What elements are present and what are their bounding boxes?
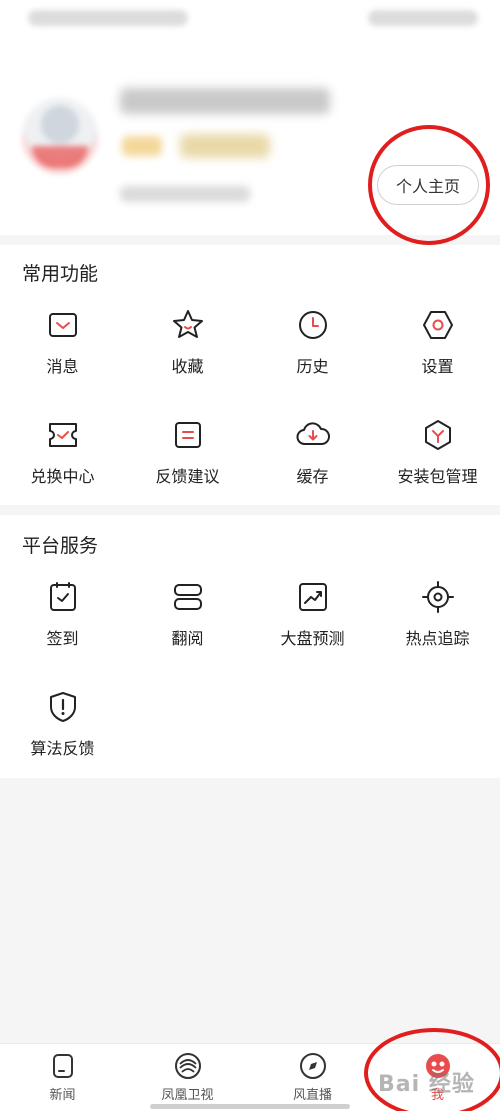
grid-item-checkin[interactable]: 签到 (0, 579, 125, 659)
grid-item-label: 翻阅 (171, 629, 204, 648)
annotation-circle (368, 125, 490, 245)
grid-item-feedback[interactable]: 反馈建议 (125, 417, 250, 497)
grid-item-message[interactable]: 消息 (0, 307, 125, 387)
gear-icon (422, 311, 453, 339)
tab-news[interactable]: 新闻 (0, 1052, 125, 1108)
status-indicators-blurred (368, 10, 478, 26)
avatar[interactable] (22, 98, 98, 174)
package-icon (424, 420, 451, 450)
target-icon (421, 581, 454, 613)
annotation-circle (364, 1028, 500, 1111)
section-title: 平台服务 (22, 535, 99, 557)
grid-item-settings[interactable]: 设置 (375, 307, 500, 387)
grid-item-label: 热点追踪 (405, 629, 470, 648)
checkin-icon (49, 582, 76, 611)
feedback-icon (174, 422, 201, 448)
shield-alert-icon (49, 692, 76, 722)
tab-label: 风直播 (292, 1088, 332, 1103)
grid-item-favorites[interactable]: 收藏 (125, 307, 250, 387)
phoenix-logo-icon (174, 1053, 201, 1079)
grid-item-label: 算法反馈 (30, 739, 95, 758)
common-functions-section: 常用功能 消息 收藏 历史 设置 兑换中心 反馈建议 缓存 安装包管理 (0, 245, 500, 505)
grid-item-label: 设置 (421, 357, 454, 376)
follow-stats-blurred (120, 186, 250, 202)
tab-live[interactable]: 风直播 (250, 1052, 375, 1108)
section-title: 常用功能 (22, 263, 99, 285)
status-time-blurred (28, 10, 188, 26)
grid-item-label: 缓存 (296, 467, 329, 486)
platform-services-section: 平台服务 签到 翻阅 大盘预测 热点追踪 算法反馈 (0, 515, 500, 778)
tab-label: 凤凰卫视 (161, 1088, 214, 1103)
trend-icon (298, 583, 327, 611)
compass-icon (299, 1053, 326, 1079)
home-indicator[interactable] (150, 1104, 350, 1109)
grid-item-label: 反馈建议 (155, 467, 220, 486)
grid-item-redeem-center[interactable]: 兑换中心 (0, 417, 125, 497)
star-icon (172, 310, 203, 338)
grid-item-package-manager[interactable]: 安装包管理 (375, 417, 500, 497)
message-icon (48, 313, 77, 337)
username-blurred (120, 88, 330, 114)
tab-phoenix-tv[interactable]: 凤凰卫视 (125, 1052, 250, 1108)
status-bar (0, 0, 500, 40)
book-icon (173, 584, 202, 610)
grid-item-label: 安装包管理 (397, 467, 478, 486)
grid-item-hot-tracking[interactable]: 热点追踪 (375, 579, 500, 659)
ticket-icon (48, 423, 77, 447)
grid-item-cache[interactable]: 缓存 (250, 417, 375, 497)
grid-item-label: 历史 (296, 357, 329, 376)
grid-item-history[interactable]: 历史 (250, 307, 375, 387)
tab-label: 新闻 (49, 1088, 76, 1103)
profile-header: 个人主页 (0, 40, 500, 245)
grid-item-label: 大盘预测 (280, 629, 345, 648)
cloud-download-icon (296, 422, 330, 445)
grid-item-label: 签到 (46, 629, 79, 648)
grid-item-browse[interactable]: 翻阅 (125, 579, 250, 659)
grid-item-market-forecast[interactable]: 大盘预测 (250, 579, 375, 659)
grid-item-label: 兑换中心 (30, 467, 95, 486)
medal-badge-blurred (180, 134, 270, 158)
grid-item-label: 收藏 (171, 357, 204, 376)
level-badge-blurred (122, 136, 162, 156)
grid-item-label: 消息 (46, 357, 79, 376)
news-icon (52, 1054, 73, 1078)
grid-item-algorithm-feedback[interactable]: 算法反馈 (0, 689, 125, 769)
clock-icon (298, 311, 327, 339)
